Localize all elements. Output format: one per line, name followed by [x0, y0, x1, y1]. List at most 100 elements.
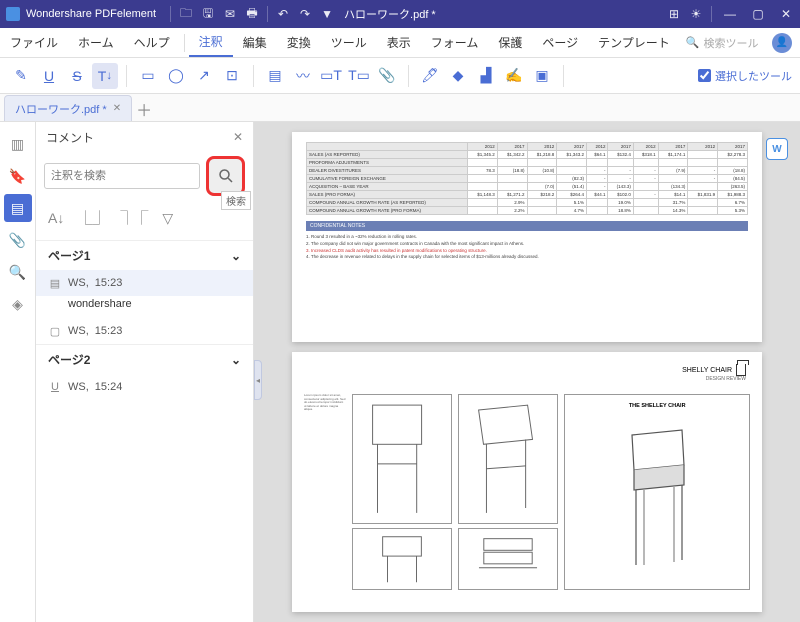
tab-close-icon[interactable]: ✕ [113, 103, 121, 114]
pdf-page-1: 2012201720122017201220172012201720122017… [292, 132, 762, 342]
text-tool[interactable]: T↓ [92, 63, 118, 89]
grid-icon[interactable]: ⊞ [663, 3, 685, 25]
comment-item[interactable]: UWS,15:24 [36, 374, 253, 400]
menu-edit[interactable]: 編集 [233, 28, 277, 57]
highlight-tool[interactable]: ✎ [8, 63, 34, 89]
page2-title: SHELLY CHAIR [682, 367, 732, 374]
stamp2-tool[interactable]: ▣ [529, 63, 555, 89]
comment-item[interactable]: ▤WS,15:23 [36, 270, 253, 296]
menu-view[interactable]: 表示 [377, 28, 421, 57]
menu-search[interactable]: 🔍 検索ツール [686, 35, 759, 51]
menu-tool[interactable]: ツール [321, 28, 377, 57]
note-tool[interactable]: ▤ [262, 63, 288, 89]
search-tooltip: 検索 [221, 191, 251, 210]
drawing-panel [352, 528, 452, 590]
rail-attachments[interactable]: 📎 [4, 226, 32, 254]
document-tabs: ハローワーク.pdf * ✕ ＋ [0, 94, 800, 122]
callout-tool[interactable]: ▭T [318, 63, 344, 89]
rail-bookmarks[interactable]: 🔖 [4, 162, 32, 190]
filter-icon[interactable]: ▽ [162, 210, 173, 227]
panel-title: コメント [46, 129, 94, 146]
menu-file[interactable]: ファイル [0, 28, 68, 57]
document-viewport[interactable]: W 20122017201220172012201720122017201220… [254, 122, 800, 622]
menubar: ファイル ホーム ヘルプ 注釈 編集 変換 ツール 表示 フォーム 保護 ページ… [0, 28, 800, 58]
close-button[interactable]: ✕ [772, 3, 800, 25]
panel-collapse-handle[interactable]: ◂ [254, 360, 262, 400]
rail-layers[interactable]: ◈ [4, 290, 32, 318]
print-icon[interactable]: 🖶 [241, 3, 263, 25]
menu-comment[interactable]: 注釈 [189, 28, 233, 57]
financial-table: 2012201720122017201220172012201720122017… [306, 142, 748, 215]
comments-panel: コメント ✕ 検索 A↓ ⎿⏌ ⏋⎾ ▽ ページ1⌄▤WS,15:23wonde… [36, 122, 254, 622]
underline-tool[interactable]: U [36, 63, 62, 89]
card-title: THE SHELLEY CHAIR [629, 403, 686, 409]
comment-search-input[interactable] [44, 163, 200, 189]
menu-home[interactable]: ホーム [68, 28, 124, 57]
comment-list: ページ1⌄▤WS,15:23wondershare▢WS,15:23ページ2⌄U… [36, 236, 253, 622]
menu-template[interactable]: テンプレート [588, 28, 680, 57]
arrow-tool[interactable]: ↗ [191, 63, 217, 89]
oval-tool[interactable]: ◯ [163, 63, 189, 89]
collapse-all-icon[interactable]: ⏋⎾ [120, 208, 148, 228]
add-tab-button[interactable]: ＋ [132, 97, 156, 121]
textbox-tool[interactable]: 〰 [290, 63, 316, 89]
user-avatar[interactable]: 👤 [772, 33, 792, 53]
chair-icon [736, 364, 746, 376]
mail-icon[interactable]: ✉ [219, 3, 241, 25]
drawing-panel [458, 528, 558, 590]
undo-icon[interactable]: ↶ [272, 3, 294, 25]
menu-form[interactable]: フォーム [421, 28, 489, 57]
menu-protect[interactable]: 保護 [488, 28, 532, 57]
signature-tool[interactable]: ✍ [501, 63, 527, 89]
rail-comments[interactable]: ▤ [4, 194, 32, 222]
drawing-card: THE SHELLEY CHAIR [564, 394, 750, 590]
comment-text: wondershare [36, 296, 253, 318]
drawing-notes: Lorem ipsum dolor sit amet, consectetur … [304, 394, 346, 594]
document-title: ハローワーク.pdf * [344, 6, 436, 22]
maximize-button[interactable]: ▢ [744, 3, 772, 25]
app-name: Wondershare PDFelement [26, 8, 156, 20]
titlebar: Wondershare PDFelement 🗀 🖫 ✉ 🖶 ↶ ↷ ▼ ハロー… [0, 0, 800, 28]
app-logo-icon [6, 7, 20, 21]
chevron-down-icon: ⌄ [231, 353, 241, 367]
rail-search[interactable]: 🔍 [4, 258, 32, 286]
chevron-down-icon: ⌄ [231, 249, 241, 263]
comment-item[interactable]: ▢WS,15:23 [36, 318, 253, 344]
left-rail: ▥ 🔖 ▤ 📎 🔍 ◈ [0, 122, 36, 622]
underline-icon: U [48, 380, 62, 394]
redo-icon[interactable]: ↷ [294, 3, 316, 25]
panel-close-icon[interactable]: ✕ [233, 130, 243, 144]
comment-page-header[interactable]: ページ2⌄ [36, 344, 253, 374]
attachment-tool[interactable]: 📎 [374, 63, 400, 89]
rail-thumbnails[interactable]: ▥ [4, 130, 32, 158]
pencil-tool[interactable]: 🖊 [417, 63, 443, 89]
rectangle-tool[interactable]: ▭ [135, 63, 161, 89]
minimize-button[interactable]: — [716, 3, 744, 25]
folder-icon[interactable]: 🗀 [175, 3, 197, 25]
menu-page[interactable]: ページ [532, 28, 588, 57]
drawing-panel [458, 394, 558, 524]
annotation-toolbar: ✎ U S T↓ ▭ ◯ ↗ ⊡ ▤ 〰 ▭T T▭ 📎 🖊 ◆ ▟ ✍ ▣ 選… [0, 58, 800, 94]
sort-az-icon[interactable]: A↓ [48, 210, 64, 226]
drawing-panel [352, 394, 452, 524]
menu-convert[interactable]: 変換 [277, 28, 321, 57]
menu-help[interactable]: ヘルプ [124, 28, 180, 57]
keep-tool-checkbox[interactable] [698, 69, 711, 82]
confidential-notes: 1. Round 3 resulted in a ~32% reduction … [306, 234, 748, 261]
eraser-tool[interactable]: ◆ [445, 63, 471, 89]
dropdown-icon[interactable]: ▼ [316, 3, 338, 25]
expand-all-icon[interactable]: ⎿⏌ [78, 208, 106, 228]
comment-page-header[interactable]: ページ1⌄ [36, 240, 253, 270]
typewriter-tool[interactable]: T▭ [346, 63, 372, 89]
measure-tool[interactable]: ⊡ [219, 63, 245, 89]
save-icon[interactable]: 🖫 [197, 3, 219, 25]
sun-icon[interactable]: ☀ [685, 3, 707, 25]
document-tab[interactable]: ハローワーク.pdf * ✕ [4, 95, 132, 121]
strikethrough-tool[interactable]: S [64, 63, 90, 89]
export-word-badge[interactable]: W [766, 138, 788, 160]
pdf-page-2: SHELLY CHAIR DESIGN REVIEW Lorem ipsum d… [292, 352, 762, 612]
comment-search-button[interactable] [206, 156, 245, 196]
note-icon: ▤ [48, 276, 62, 290]
stamp-tool[interactable]: ▟ [473, 63, 499, 89]
keep-tool-selected[interactable]: 選択したツール [698, 68, 792, 84]
